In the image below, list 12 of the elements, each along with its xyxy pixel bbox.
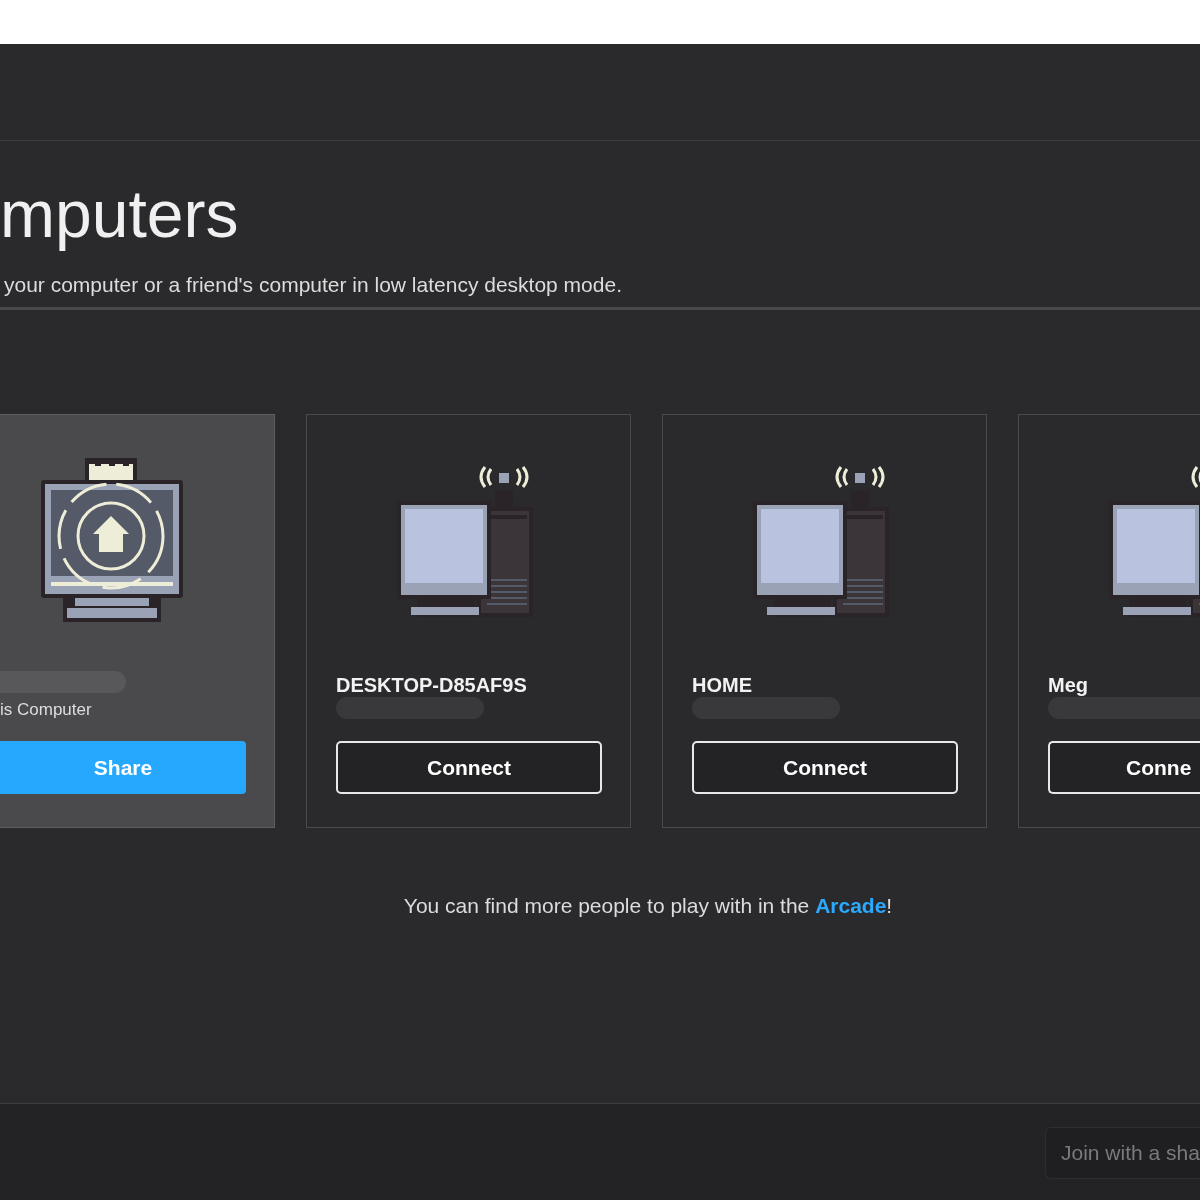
arcade-note: You can find more people to play with in the Arcade! [403, 893, 893, 919]
computer-name: DESKTOP-D85AF9S [336, 674, 527, 696]
computer-label: is Computer [0, 700, 92, 719]
home-monitor-icon [41, 458, 185, 622]
page-subtitle: your computer or a friend's computer in low latency desktop mode. [4, 272, 622, 298]
join-code-field[interactable]: Join with a sha [1045, 1126, 1200, 1179]
connect-button[interactable]: Connect [692, 741, 958, 794]
computer-name: Meg [1048, 674, 1088, 696]
computer-name: HOME [692, 674, 752, 696]
connect-button[interactable]: Conne [1048, 741, 1200, 794]
arcade-link[interactable]: Arcade [815, 894, 887, 917]
connect-button[interactable]: Connect [336, 741, 602, 794]
